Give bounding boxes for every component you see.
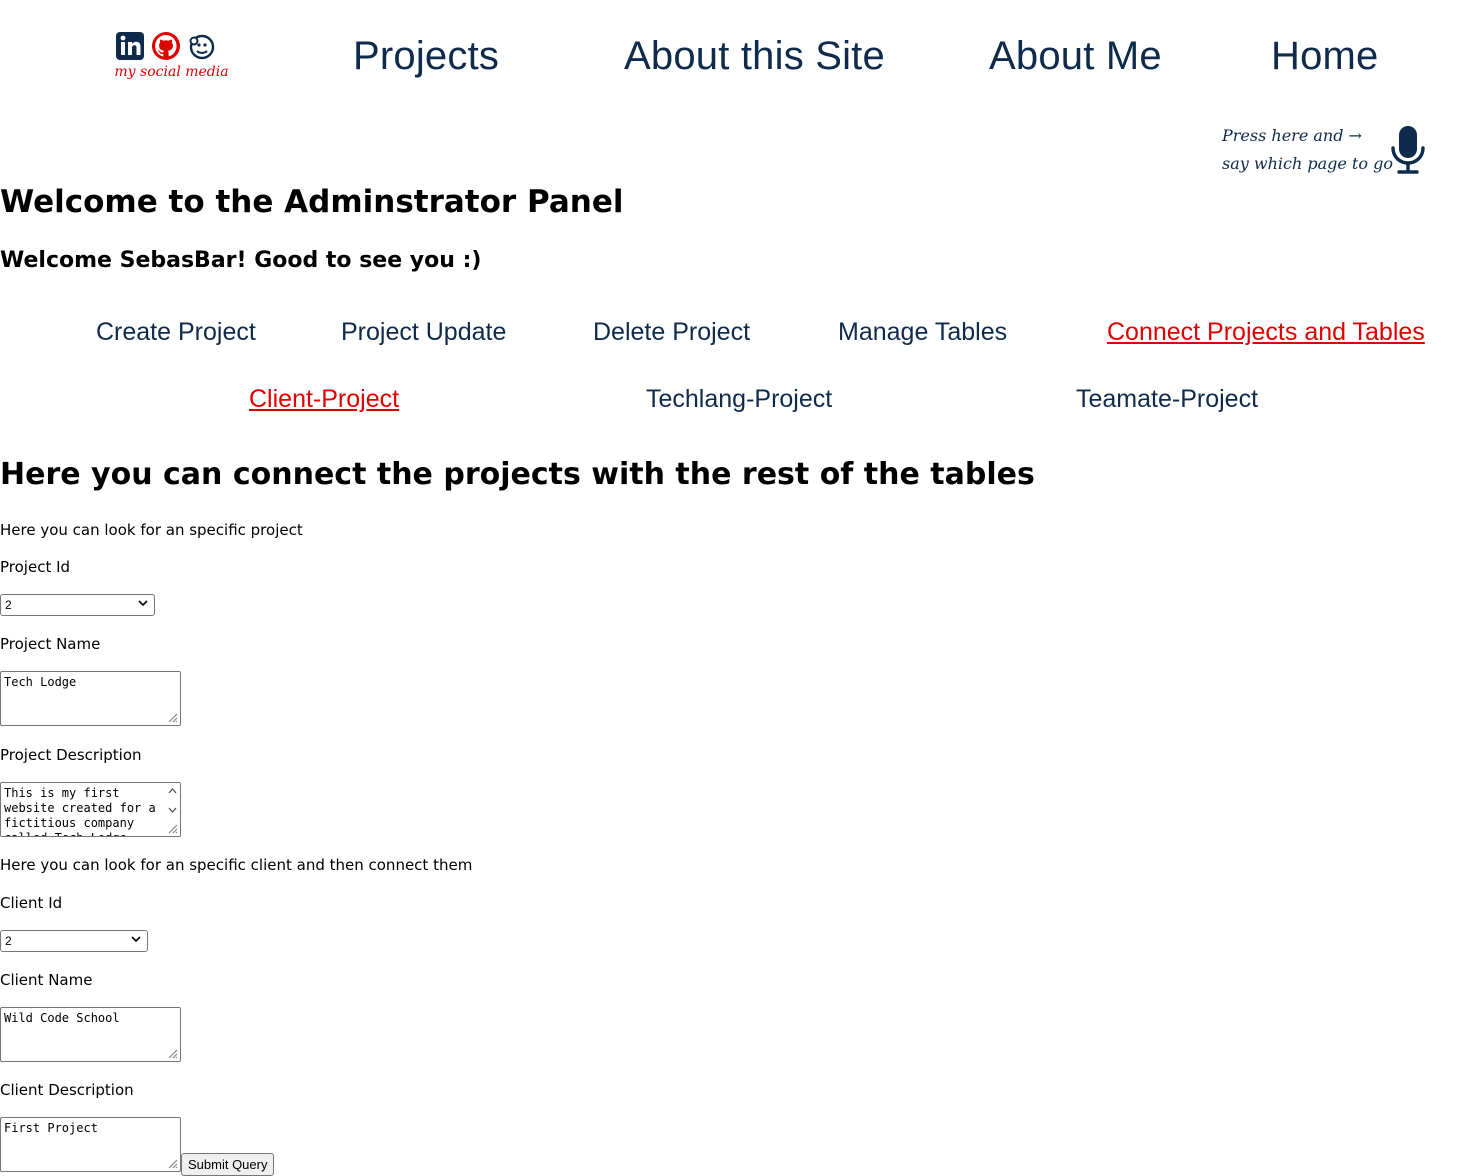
client-description-label: Client Description — [0, 1081, 134, 1099]
client-name-value: Wild Code School — [4, 1011, 120, 1025]
project-description-label: Project Description — [0, 746, 142, 764]
microphone-icon[interactable] — [1390, 124, 1426, 176]
resize-grip-icon[interactable] — [166, 1047, 178, 1059]
project-name-value: Tech Lodge — [4, 675, 77, 689]
project-description-textarea[interactable]: This is my first website created for a f… — [0, 782, 181, 837]
mailchimp-icon[interactable] — [186, 30, 218, 62]
client-id-label: Client Id — [0, 894, 63, 912]
linkedin-icon[interactable] — [114, 30, 146, 62]
client-id-select[interactable]: 2 — [0, 930, 148, 952]
connect-nav-teamate-project[interactable]: Teamate-Project — [1076, 385, 1258, 414]
resize-grip-icon[interactable] — [166, 1157, 178, 1169]
voice-hint-line-1: Press here and → — [1222, 126, 1362, 145]
resize-grip-icon[interactable] — [166, 822, 178, 834]
admin-nav-manage-tables[interactable]: Manage Tables — [838, 318, 1007, 347]
social-media-caption: my social media — [114, 64, 229, 80]
client-id-value: 2 — [5, 934, 12, 948]
admin-nav-delete-project[interactable]: Delete Project — [593, 318, 750, 347]
chevron-down-icon — [138, 600, 148, 607]
client-name-textarea[interactable]: Wild Code School — [0, 1007, 181, 1062]
project-name-textarea[interactable]: Tech Lodge — [0, 671, 181, 726]
voice-navigation[interactable]: Press here and → say which page to go — [1222, 122, 1432, 182]
admin-nav-connect-projects-and-tables[interactable]: Connect Projects and Tables — [1107, 318, 1425, 347]
admin-nav-create-project[interactable]: Create Project — [96, 318, 256, 347]
nav-projects[interactable]: Projects — [353, 34, 499, 79]
submit-query-button[interactable]: Submit Query — [181, 1153, 275, 1176]
nav-home[interactable]: Home — [1271, 34, 1379, 79]
section-title: Here you can connect the projects with t… — [0, 457, 1035, 492]
github-icon[interactable] — [150, 30, 182, 62]
voice-hint-line-2: say which page to go — [1222, 154, 1393, 173]
client-description-value: First Project — [4, 1121, 98, 1135]
client-name-label: Client Name — [0, 971, 93, 989]
project-id-value: 2 — [5, 598, 12, 612]
connect-nav-client-project[interactable]: Client-Project — [249, 385, 399, 414]
client-intro-text: Here you can look for an specific client… — [0, 856, 473, 874]
nav-about-me[interactable]: About Me — [989, 34, 1162, 79]
social-icons — [114, 30, 234, 62]
nav-about-this-site[interactable]: About this Site — [624, 34, 885, 79]
resize-grip-icon[interactable] — [166, 711, 178, 723]
project-id-label: Project Id — [0, 558, 71, 576]
admin-nav-project-update[interactable]: Project Update — [341, 318, 506, 347]
connect-nav-techlang-project[interactable]: Techlang-Project — [646, 385, 832, 414]
client-description-textarea[interactable]: First Project — [0, 1117, 181, 1172]
social-media-block: my social media — [114, 30, 234, 90]
project-id-select[interactable]: 2 — [0, 594, 155, 616]
chevron-down-icon — [131, 936, 141, 943]
project-intro-text: Here you can look for an specific projec… — [0, 521, 303, 539]
page-title: Welcome to the Adminstrator Panel — [0, 184, 624, 220]
welcome-message: Welcome SebasBar! Good to see you :) — [0, 248, 482, 273]
project-description-value: This is my first website created for a f… — [4, 786, 156, 836]
project-name-label: Project Name — [0, 635, 101, 653]
